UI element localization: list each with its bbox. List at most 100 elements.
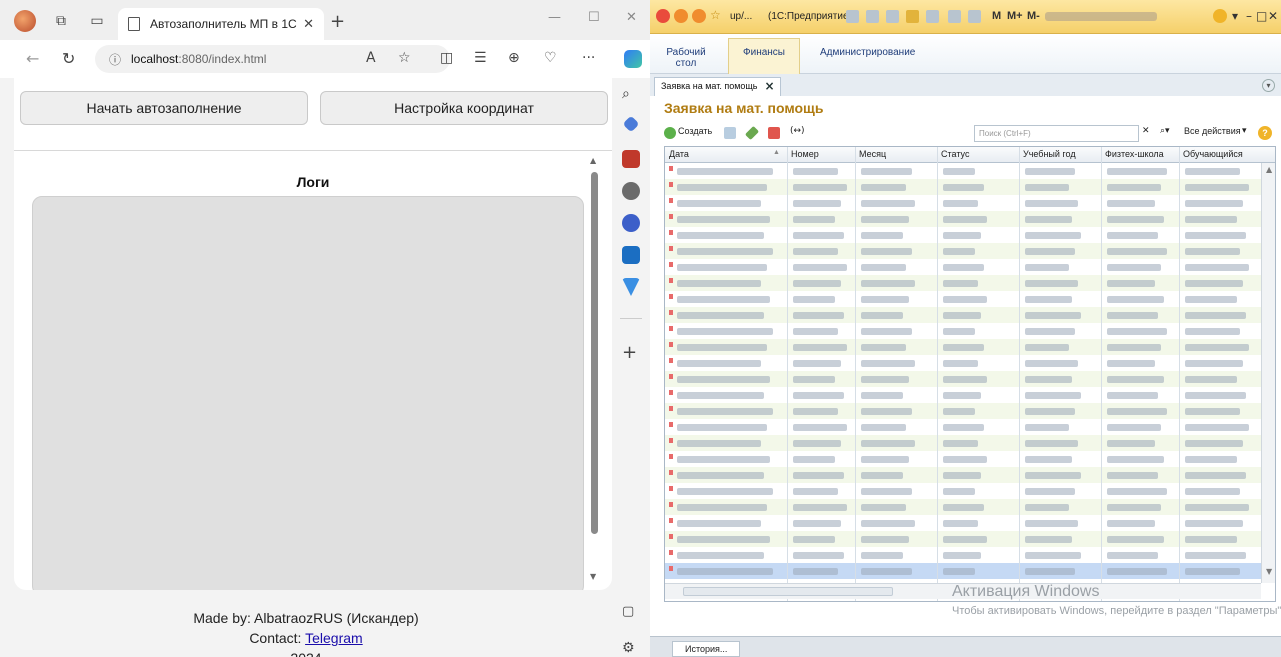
preview-icon[interactable] xyxy=(886,10,899,23)
table-row[interactable] xyxy=(665,163,1261,179)
send-icon[interactable] xyxy=(622,278,640,296)
tool-icon-5[interactable] xyxy=(926,10,939,23)
new-tab-icon[interactable]: + xyxy=(330,11,345,32)
help-icon[interactable]: ? xyxy=(1258,126,1272,140)
create-button[interactable]: Создать xyxy=(678,126,712,136)
calendar-icon[interactable] xyxy=(968,10,981,23)
favorite-star-icon[interactable]: ☆ xyxy=(710,8,721,22)
more-menu-icon[interactable]: ··· xyxy=(582,50,595,66)
extensions-icon[interactable]: ♡ xyxy=(544,50,557,66)
table-row[interactable] xyxy=(665,227,1261,243)
onec-maximize-icon[interactable]: □ xyxy=(1256,9,1267,23)
table-row[interactable] xyxy=(665,499,1261,515)
copy-icon[interactable] xyxy=(724,127,736,139)
tag-icon[interactable] xyxy=(622,115,640,133)
toolbox-icon[interactable] xyxy=(622,150,640,168)
site-info-icon[interactable]: ⓘ xyxy=(109,51,121,68)
section-finance[interactable]: Финансы xyxy=(728,38,800,74)
tabs-menu-icon[interactable]: ▾ xyxy=(1262,79,1275,92)
page-scrollbar[interactable]: ▲ ▼ xyxy=(588,152,602,581)
memory-plus-button[interactable]: M+ xyxy=(1007,10,1023,22)
table-row[interactable] xyxy=(665,467,1261,483)
table-hscroll-thumb[interactable] xyxy=(683,587,893,596)
table-row[interactable] xyxy=(665,483,1261,499)
start-autofill-button[interactable]: Начать автозаполнение xyxy=(20,91,308,125)
table-row[interactable] xyxy=(665,547,1261,563)
scroll-thumb[interactable] xyxy=(591,172,598,534)
sidebar-toggle-icon[interactable]: ▢ xyxy=(622,604,640,622)
browser-tab[interactable]: Автозаполнитель МП в 1С ✕ xyxy=(118,8,324,40)
address-bar[interactable]: ⓘ localhost:8080/index.html xyxy=(95,45,450,73)
coords-settings-button[interactable]: Настройка координат xyxy=(320,91,608,125)
table-row[interactable] xyxy=(665,403,1261,419)
search-icon[interactable]: ⌕▾ xyxy=(1160,126,1170,136)
all-actions-dropdown-icon[interactable]: ▾ xyxy=(1242,126,1247,136)
refresh-icon[interactable]: ↻ xyxy=(62,49,75,68)
table-row[interactable] xyxy=(665,243,1261,259)
tool-icon-1[interactable] xyxy=(846,10,859,23)
workspaces-icon[interactable]: ⧉ xyxy=(52,12,70,30)
table-row[interactable] xyxy=(665,291,1261,307)
search-icon[interactable]: ⌕ xyxy=(622,86,640,104)
print-icon[interactable] xyxy=(866,10,879,23)
table-row[interactable] xyxy=(665,307,1261,323)
info-icon[interactable] xyxy=(1213,9,1227,23)
col-number[interactable]: Номер xyxy=(791,149,819,159)
col-school[interactable]: Физтех-школа xyxy=(1105,149,1164,159)
table-row[interactable] xyxy=(665,259,1261,275)
table-row[interactable] xyxy=(665,451,1261,467)
table-row[interactable] xyxy=(665,531,1261,547)
col-date[interactable]: Дата xyxy=(669,149,689,159)
table-row[interactable] xyxy=(665,211,1261,227)
tab-aid-request[interactable]: Заявка на мат. помощь × xyxy=(654,77,781,96)
back-circle-icon[interactable] xyxy=(674,9,688,23)
copilot-sidebar-icon[interactable] xyxy=(622,214,640,232)
edit-pencil-icon[interactable] xyxy=(744,125,760,141)
table-scroll-up-icon[interactable]: ▲ xyxy=(1266,165,1272,174)
table-row[interactable] xyxy=(665,195,1261,211)
scroll-up-icon[interactable]: ▲ xyxy=(590,156,596,165)
history-button[interactable]: История... xyxy=(672,641,741,657)
copilot-icon[interactable] xyxy=(624,50,642,68)
table-row[interactable] xyxy=(665,515,1261,531)
read-aloud-icon[interactable]: A xyxy=(366,50,376,66)
close-tab-icon[interactable]: ✕ xyxy=(303,17,314,32)
close-tab-icon[interactable]: × xyxy=(764,78,774,95)
people-icon[interactable] xyxy=(622,182,640,200)
all-actions-menu[interactable]: Все действия xyxy=(1184,126,1241,136)
forward-circle-icon[interactable] xyxy=(692,9,706,23)
favorites-add-icon[interactable] xyxy=(906,10,919,23)
clear-search-icon[interactable]: ✕ xyxy=(1142,126,1150,136)
tab-actions-icon[interactable]: ▭ xyxy=(88,12,106,30)
calculator-icon[interactable] xyxy=(948,10,961,23)
logs-area[interactable] xyxy=(32,196,584,590)
scroll-down-icon[interactable]: ▼ xyxy=(590,572,596,581)
back-icon[interactable]: ← xyxy=(26,49,39,68)
col-status[interactable]: Статус xyxy=(941,149,969,159)
delete-icon[interactable] xyxy=(768,127,780,139)
collections-icon[interactable]: ⊕ xyxy=(508,50,520,66)
maximize-icon[interactable]: ☐ xyxy=(588,10,600,25)
telegram-link[interactable]: Telegram xyxy=(305,630,363,646)
link-icon[interactable]: (↔) xyxy=(790,126,805,136)
table-vscroll[interactable]: ▲ ▼ xyxy=(1261,163,1275,583)
table-row[interactable] xyxy=(665,563,1261,579)
memory-minus-button[interactable]: M- xyxy=(1027,10,1040,22)
close-window-icon[interactable]: ✕ xyxy=(626,10,637,25)
dropdown-icon[interactable]: ▾ xyxy=(1232,9,1238,23)
minimize-icon[interactable]: — xyxy=(548,10,561,25)
outlook-icon[interactable] xyxy=(622,246,640,264)
onec-logo-icon[interactable] xyxy=(656,9,670,23)
table-row[interactable] xyxy=(665,435,1261,451)
table-row[interactable] xyxy=(665,371,1261,387)
favorites-icon[interactable]: ☰ xyxy=(474,50,487,66)
settings-gear-icon[interactable]: ⚙ xyxy=(622,640,640,657)
add-icon[interactable]: + xyxy=(622,342,640,363)
table-scroll-down-icon[interactable]: ▼ xyxy=(1266,567,1272,576)
table-row[interactable] xyxy=(665,419,1261,435)
table-row[interactable] xyxy=(665,339,1261,355)
favorite-star-icon[interactable]: ☆ xyxy=(398,50,411,66)
section-admin[interactable]: Администрирование xyxy=(820,47,915,58)
table-row[interactable] xyxy=(665,355,1261,371)
col-year[interactable]: Учебный год xyxy=(1023,149,1076,159)
